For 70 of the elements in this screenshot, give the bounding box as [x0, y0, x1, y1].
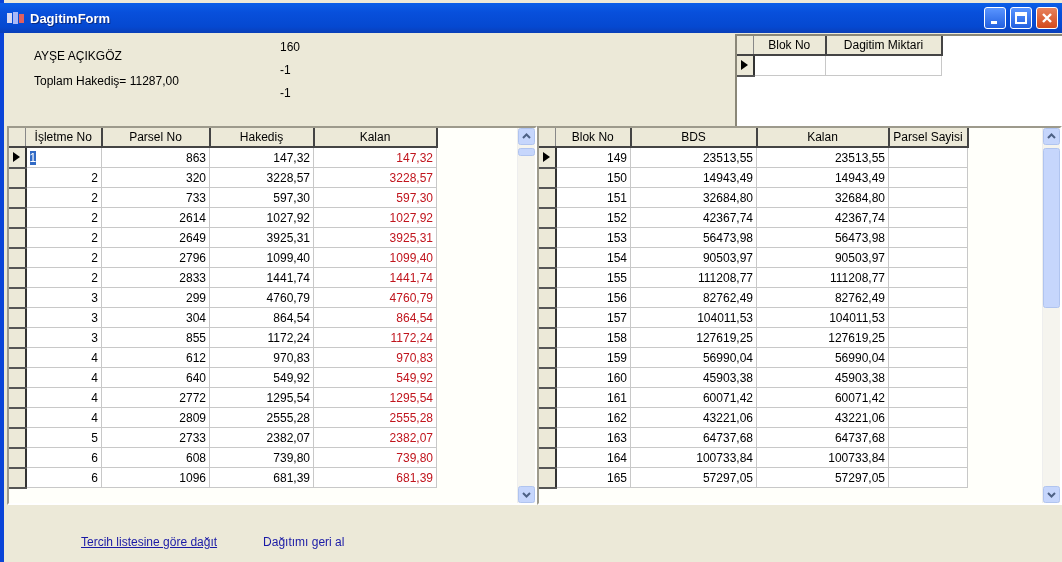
- scroll-down-button[interactable]: [1043, 486, 1060, 503]
- row-indicator[interactable]: [539, 347, 556, 368]
- column-header[interactable]: Blok No: [555, 128, 631, 147]
- row-indicator[interactable]: [9, 467, 26, 488]
- row-indicator[interactable]: [737, 55, 754, 76]
- row-indicator[interactable]: [9, 307, 26, 328]
- row-pointer-icon: [13, 152, 21, 163]
- total-label: Toplam Hakediş= 11287,00: [34, 74, 180, 88]
- row-indicator[interactable]: [539, 467, 556, 488]
- row-indicator[interactable]: [9, 267, 26, 288]
- close-icon: [1041, 12, 1053, 24]
- row-indicator[interactable]: [9, 407, 26, 428]
- row-indicator[interactable]: [539, 147, 556, 168]
- row-indicator[interactable]: [9, 147, 26, 168]
- row-indicator[interactable]: [9, 327, 26, 348]
- row-indicator[interactable]: [539, 287, 556, 308]
- row-indicator[interactable]: [539, 327, 556, 348]
- row-indicator[interactable]: [9, 207, 26, 228]
- row-indicator[interactable]: [9, 347, 26, 368]
- column-header[interactable]: BDS: [630, 128, 757, 147]
- column-header[interactable]: İşletme No: [25, 128, 102, 147]
- scroll-thumb[interactable]: [518, 148, 535, 156]
- scroll-up-button[interactable]: [518, 128, 535, 145]
- scroll-thumb[interactable]: [1043, 148, 1060, 308]
- row-indicator[interactable]: [539, 407, 556, 428]
- row-indicator[interactable]: [539, 307, 556, 328]
- value-label: -1: [280, 86, 292, 100]
- column-header[interactable]: Parsel Sayisi: [888, 128, 968, 147]
- column-header[interactable]: Kalan: [756, 128, 889, 147]
- row-indicator[interactable]: [9, 287, 26, 308]
- row-indicator[interactable]: [9, 367, 26, 388]
- row-indicator[interactable]: [539, 447, 556, 468]
- minimize-icon: [990, 20, 997, 24]
- row-indicator[interactable]: [9, 227, 26, 248]
- row-indicator[interactable]: [539, 247, 556, 268]
- row-indicator[interactable]: [539, 167, 556, 188]
- action-link[interactable]: Tercih listesine göre dağıt: [81, 535, 218, 549]
- row-indicator[interactable]: [9, 167, 26, 188]
- row-indicator[interactable]: [539, 387, 556, 408]
- row-indicator[interactable]: [9, 447, 26, 468]
- row-indicator[interactable]: [539, 427, 556, 448]
- minimize-button[interactable]: [984, 7, 1006, 29]
- row-indicator[interactable]: [9, 427, 26, 448]
- column-header[interactable]: Blok No: [753, 36, 826, 55]
- maximize-button[interactable]: [1010, 7, 1032, 29]
- window-title: DagitimForm: [30, 10, 112, 26]
- row-indicator[interactable]: [539, 207, 556, 228]
- scroll-up-button[interactable]: [1043, 128, 1060, 145]
- app-icon: [6, 10, 26, 26]
- value-label: -1: [280, 63, 292, 77]
- row-pointer-icon: [543, 152, 551, 163]
- row-indicator[interactable]: [9, 187, 26, 208]
- action-link[interactable]: Dağıtımı geri al: [263, 535, 345, 549]
- row-pointer-icon: [741, 60, 749, 71]
- row-indicator[interactable]: [9, 387, 26, 408]
- row-indicator[interactable]: [9, 247, 26, 268]
- column-header[interactable]: Dagitim Miktari: [825, 36, 942, 55]
- maximize-icon: [1015, 12, 1027, 24]
- column-header[interactable]: Kalan: [313, 128, 437, 147]
- close-button[interactable]: [1036, 7, 1058, 29]
- row-indicator[interactable]: [539, 227, 556, 248]
- column-header[interactable]: Parsel No: [101, 128, 210, 147]
- value-label: 160: [280, 40, 302, 54]
- column-header[interactable]: Hakediş: [209, 128, 314, 147]
- row-indicator[interactable]: [539, 187, 556, 208]
- row-indicator[interactable]: [539, 267, 556, 288]
- scroll-down-button[interactable]: [518, 486, 535, 503]
- table-cell[interactable]: 1: [29, 150, 37, 165]
- person-name: AYŞE AÇIKGÖZ: [34, 49, 123, 63]
- row-indicator[interactable]: [539, 367, 556, 388]
